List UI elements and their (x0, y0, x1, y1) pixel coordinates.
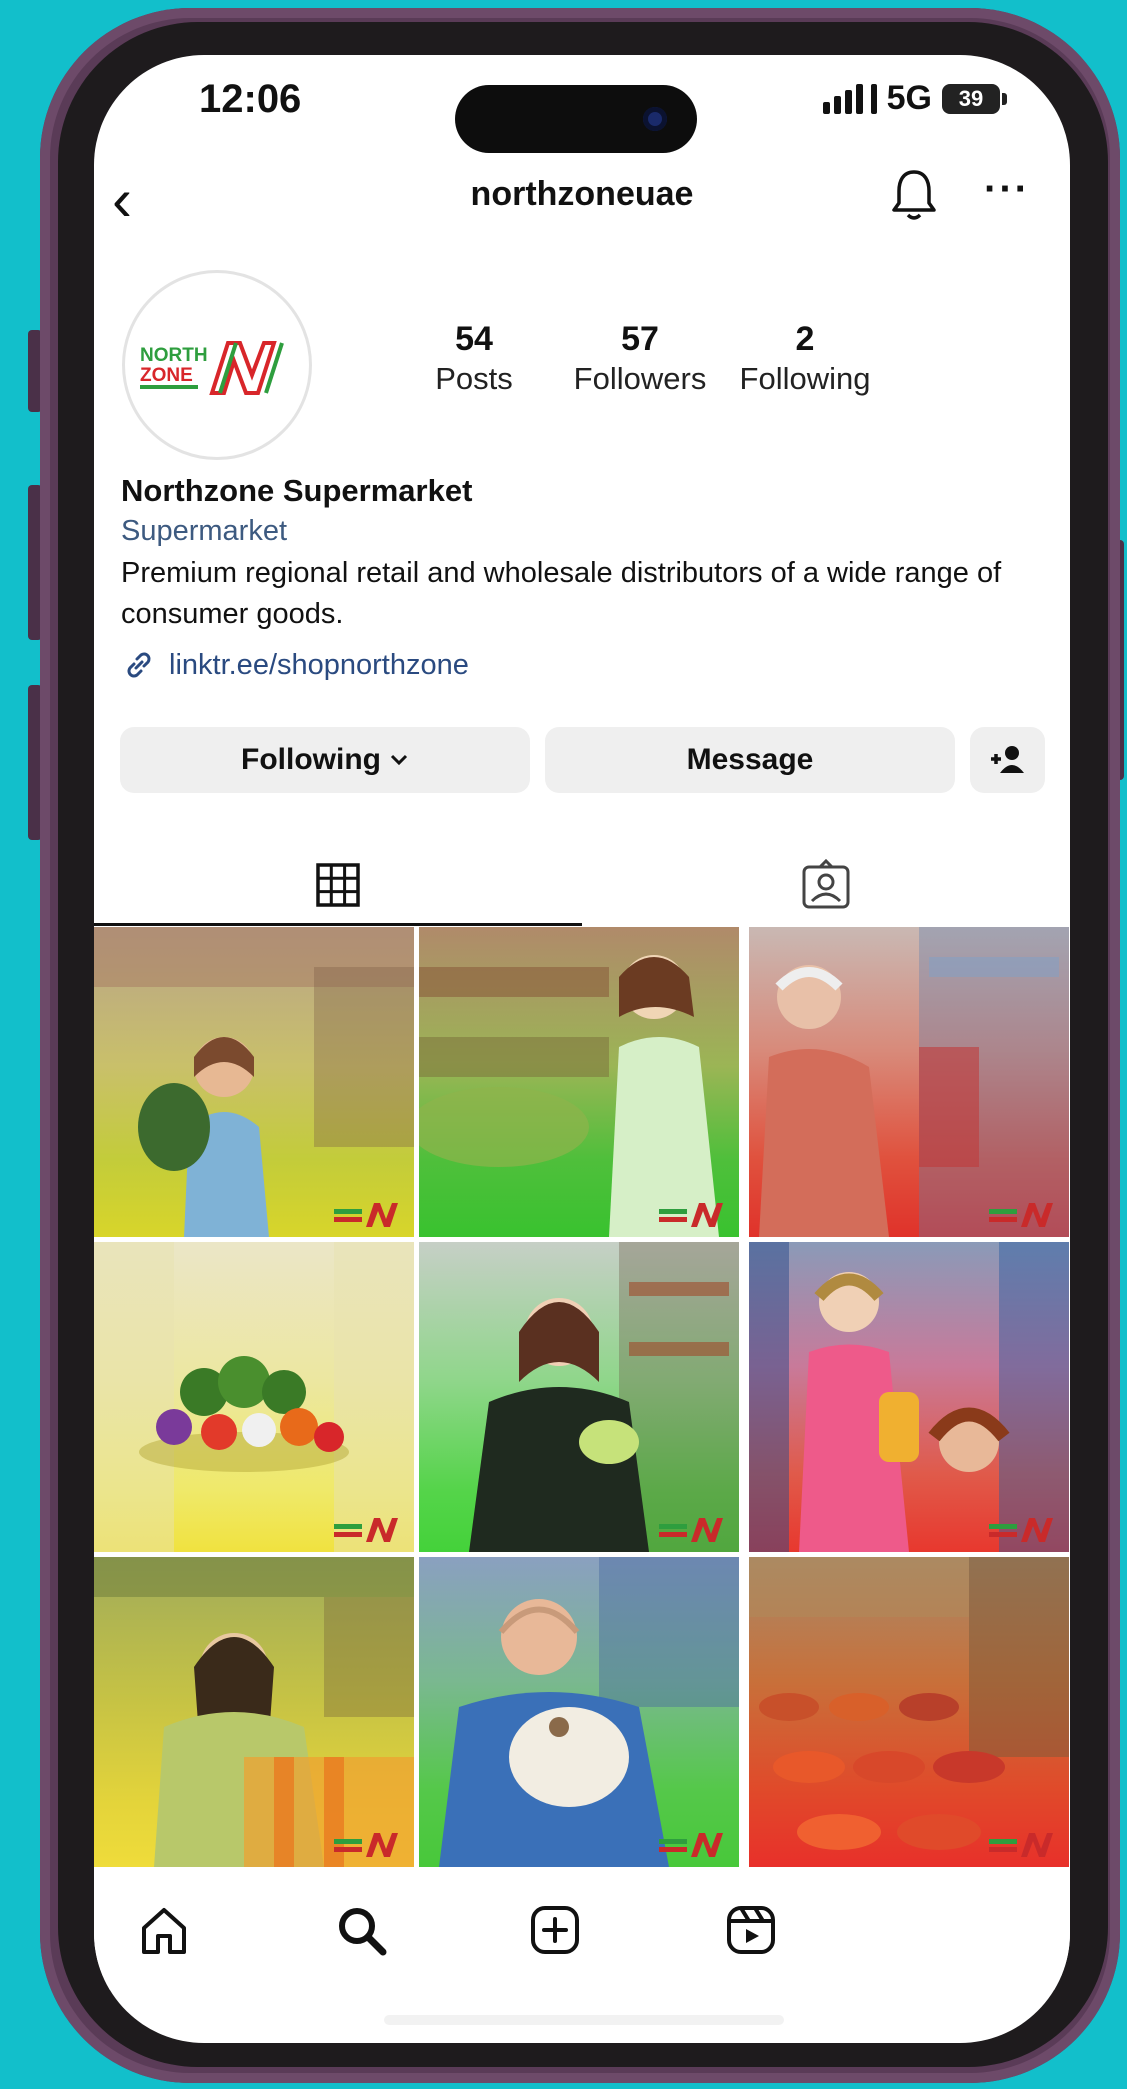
northzone-logo: NORTH ZONE (140, 341, 284, 395)
home-indicator (384, 2015, 784, 2025)
stat-posts[interactable]: 54 Posts (394, 320, 554, 397)
app-screen: 12:06 5G 39 ‹ northzoneuae ··· NORTH ZON… (94, 55, 1070, 2043)
active-tab-indicator (94, 923, 582, 926)
tagged-person-icon (802, 859, 850, 909)
message-button[interactable]: Message (545, 727, 955, 793)
profile-link[interactable]: linktr.ee/shopnorthzone (121, 647, 469, 683)
following-button[interactable]: Following (120, 727, 530, 793)
status-time: 12:06 (199, 77, 302, 121)
search-icon (339, 1908, 387, 1956)
reels-icon (727, 1906, 775, 1954)
stat-label: Following (739, 361, 871, 396)
bell-icon[interactable] (889, 167, 939, 222)
plus-square-icon (531, 1906, 579, 1954)
status-indicators: 5G 39 (822, 79, 1007, 118)
dynamic-island (455, 85, 697, 153)
network-type: 5G (886, 79, 932, 117)
svg-text:ZONE: ZONE (140, 365, 193, 386)
nav-home[interactable] (129, 1895, 199, 1965)
post-thumbnail[interactable] (94, 1557, 414, 1867)
following-button-label: Following (241, 743, 381, 776)
profile-category: Supermarket (121, 515, 288, 547)
stat-followers[interactable]: 57 Followers (560, 320, 720, 397)
avatar[interactable]: NORTH ZONE (122, 270, 312, 460)
svg-text:NORTH: NORTH (140, 345, 208, 366)
more-horizontal-icon[interactable]: ··· (984, 167, 1030, 212)
chevron-down-icon (390, 754, 408, 766)
home-icon (142, 1908, 186, 1954)
stat-value: 54 (455, 320, 493, 358)
nav-reels[interactable] (716, 1895, 786, 1965)
tab-grid[interactable] (94, 845, 582, 925)
profile-bio: Premium regional retail and wholesale di… (121, 557, 1002, 630)
nav-create[interactable] (520, 1895, 590, 1965)
stat-value: 57 (621, 320, 659, 358)
bottom-nav (94, 1870, 1070, 1990)
post-thumbnail[interactable] (94, 927, 414, 1237)
post-thumbnail[interactable] (749, 1242, 1069, 1552)
add-user-button[interactable] (970, 727, 1045, 793)
battery-icon: 39 (942, 83, 1007, 114)
message-button-label: Message (686, 743, 814, 776)
grid-icon (316, 863, 360, 907)
post-thumbnail[interactable] (94, 1242, 414, 1552)
post-thumbnail[interactable] (749, 1557, 1069, 1867)
stat-following[interactable]: 2 Following (725, 320, 885, 397)
stat-value: 2 (795, 320, 815, 358)
post-thumbnail[interactable] (419, 927, 739, 1237)
tab-tagged[interactable] (582, 845, 1070, 925)
link-icon (127, 652, 151, 678)
camera-icon (643, 107, 667, 131)
nav-search[interactable] (326, 1895, 396, 1965)
add-user-icon (990, 746, 1024, 773)
stat-label: Posts (435, 361, 513, 396)
post-thumbnail[interactable] (419, 1242, 739, 1552)
signal-icon (822, 83, 877, 114)
post-thumbnail[interactable] (749, 927, 1069, 1237)
post-thumbnail[interactable] (419, 1557, 739, 1867)
display-name: Northzone Supermarket (121, 473, 473, 508)
link-text: linktr.ee/shopnorthzone (169, 648, 469, 681)
stat-label: Followers (573, 361, 707, 396)
